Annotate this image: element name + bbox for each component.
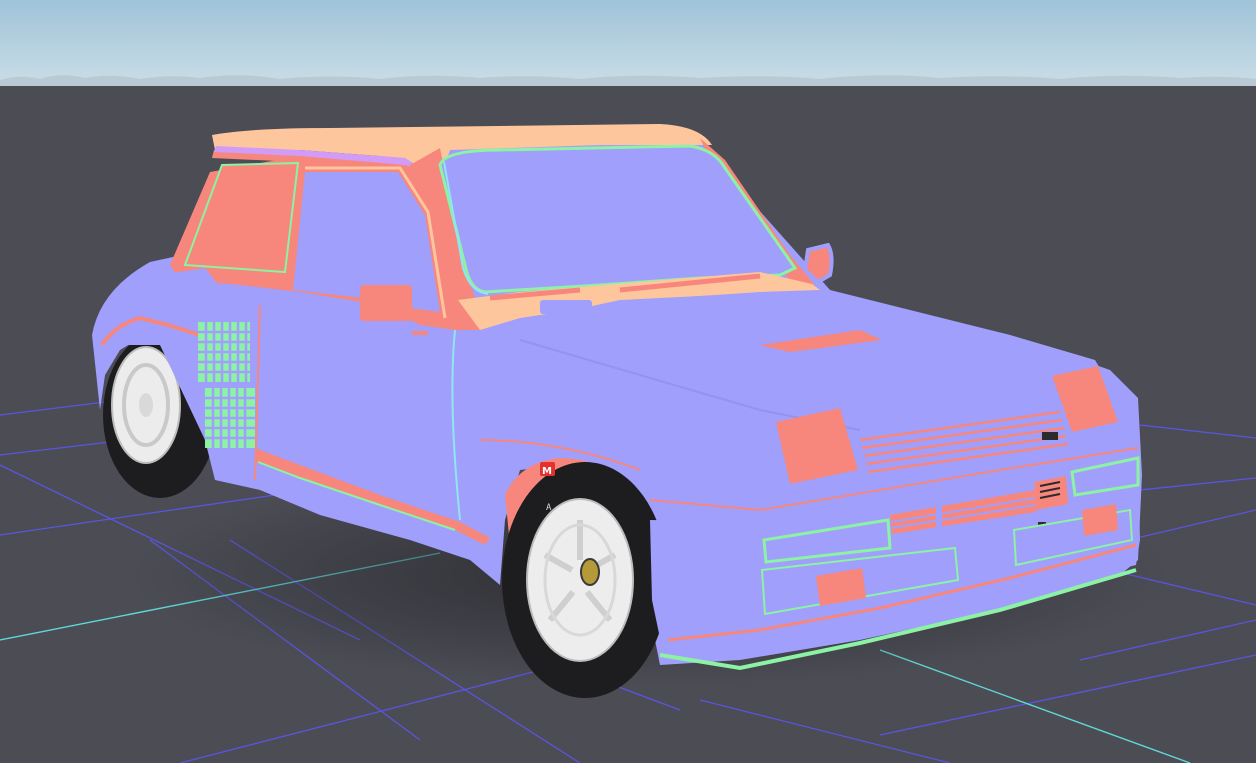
front-wheel[interactable]: A [502, 462, 668, 698]
grille-badge [1042, 432, 1058, 440]
tire-mark: A [546, 503, 552, 513]
brand-badge-letter: M [542, 466, 552, 477]
bumper-grille-vertical [1034, 476, 1068, 510]
side-mirror-left [360, 285, 412, 321]
scene-canvas: A M [0, 0, 1256, 763]
sky-backdrop [0, 0, 1256, 86]
brand-badge: M [540, 462, 555, 477]
wheel-hub-cap [580, 558, 600, 586]
3d-viewport[interactable]: A M [0, 0, 1256, 763]
